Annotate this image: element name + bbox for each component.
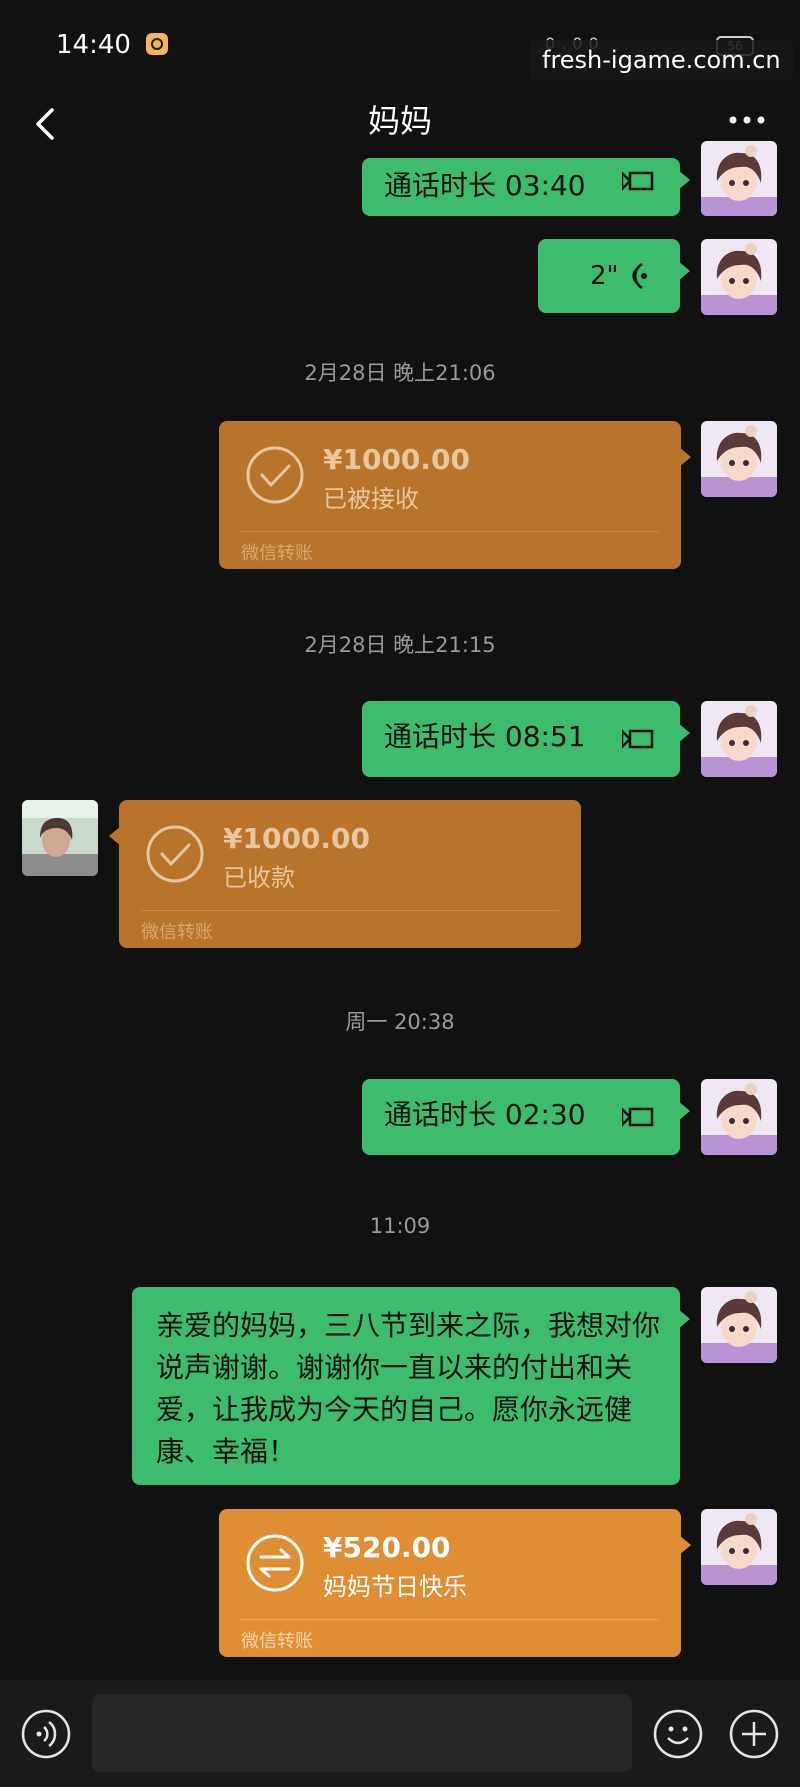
avatar-me[interactable] [701,421,777,497]
bubble-tail [679,1535,691,1555]
transfer-footer: 微信转账 [141,922,213,943]
bubble-tail [109,826,121,846]
message-input[interactable] [92,1694,632,1772]
transfer-note: 妈妈节日快乐 [323,1573,467,1601]
call-record-bubble[interactable]: 通话时长 08:51 [362,701,690,777]
check-icon [146,825,204,883]
bubble-tail [678,1309,690,1329]
bubble-tail [679,447,691,467]
call-record-bubble[interactable]: 通话时长 03:40 [362,158,690,216]
voice-icon [632,262,647,290]
call-duration: 通话时长 02:30 [384,1098,586,1131]
divider [141,910,559,911]
emoji-icon[interactable] [652,1708,704,1760]
bubble-tail [678,170,690,190]
avatar-me[interactable] [701,1287,777,1363]
avatar-me[interactable] [701,141,777,216]
avatar-me[interactable] [701,701,777,777]
bubble-tail [678,1101,690,1121]
check-icon [246,446,304,504]
call-duration: 通话时长 03:40 [384,169,586,202]
watermark: fresh-igame.com.cn [530,40,793,80]
app-notification-icon [146,33,168,55]
transfer-status: 已被接收 [323,485,419,513]
divider [241,1619,659,1620]
chat-title: 妈妈 [367,102,432,140]
message-timestamp: 2月28日 晚上21:06 [304,361,496,385]
divider [241,531,659,532]
message-timestamp: 2月28日 晚上21:15 [304,633,496,657]
message-timestamp: 周一 20:38 [345,1010,455,1034]
call-record-bubble[interactable]: 通话时长 02:30 [362,1079,690,1155]
transfer-status: 已收款 [223,864,295,892]
transfer-card-pending[interactable]: ¥520.00 妈妈节日快乐 微信转账 [219,1509,691,1657]
avatar-me[interactable] [701,1509,777,1585]
avatar-me[interactable] [701,239,777,315]
input-bar [0,1680,800,1787]
status-bar: 14:40 0.00 56 fresh-igame.com.cn [0,0,800,90]
transfer-amount: ¥1000.00 [223,822,371,855]
message-text: 亲爱的妈妈，三八节到来之际，我想对你说声谢谢。谢谢你一直以来的付出和关爱，让我成… [156,1309,661,1468]
video-call-icon [622,171,654,191]
message-timestamp: 11:09 [369,1214,431,1238]
chat-header: 妈妈 [0,90,800,164]
call-duration: 通话时长 08:51 [384,720,586,753]
avatar-mom[interactable] [22,800,98,876]
transfer-card-received[interactable]: ¥1000.00 已收款 微信转账 [109,800,581,948]
bubble-tail [678,723,690,743]
bubble-tail [678,261,690,281]
more-icon[interactable] [722,100,772,140]
transfer-amount: ¥1000.00 [323,443,471,476]
video-call-icon [622,729,654,749]
video-call-icon [622,1107,654,1127]
voice-duration: 2" [590,261,619,291]
text-message-bubble[interactable]: 亲爱的妈妈，三八节到来之际，我想对你说声谢谢。谢谢你一直以来的付出和关爱，让我成… [132,1287,690,1485]
status-time: 14:40 [56,30,131,60]
transfer-footer: 微信转账 [241,543,313,564]
transfer-card-sent[interactable]: ¥1000.00 已被接收 微信转账 [219,421,691,569]
transfer-footer: 微信转账 [241,1631,313,1652]
transfer-icon [246,1534,304,1592]
plus-icon[interactable] [728,1708,780,1760]
voice-input-icon[interactable] [20,1708,72,1760]
transfer-amount: ¥520.00 [323,1531,451,1564]
avatar-me[interactable] [701,1079,777,1155]
voice-message-bubble[interactable]: 2" [538,239,690,313]
